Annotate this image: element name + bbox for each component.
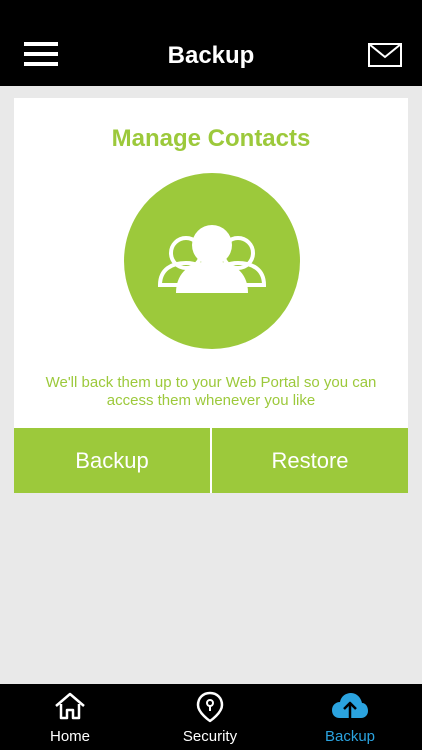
- contacts-group-icon: [157, 225, 267, 293]
- tab-backup-label: Backup: [324, 728, 376, 745]
- card-title: Manage Contacts: [111, 125, 311, 152]
- tab-home[interactable]: Home: [0, 684, 140, 750]
- mail-icon[interactable]: [368, 43, 402, 67]
- bottom-tab-bar: Home Security Backup: [0, 684, 422, 750]
- contacts-icon-circle: [124, 173, 300, 349]
- security-pin-icon: [196, 691, 224, 723]
- tab-security[interactable]: Security: [140, 684, 280, 750]
- home-icon: [55, 692, 85, 720]
- backup-button[interactable]: Backup: [14, 428, 210, 493]
- card-description: We'll back them up to your Web Portal so…: [45, 374, 377, 409]
- top-navigation-bar: Backup: [0, 0, 422, 86]
- restore-button[interactable]: Restore: [212, 428, 408, 493]
- cloud-upload-icon: [332, 693, 368, 720]
- tab-home-label: Home: [49, 728, 90, 745]
- action-button-row: Backup Restore: [14, 428, 408, 493]
- manage-contacts-card: Manage Contacts We'll back them up to yo…: [14, 98, 408, 493]
- tab-security-label: Security: [182, 728, 238, 745]
- tab-backup[interactable]: Backup: [280, 684, 420, 750]
- page-title: Backup: [167, 42, 255, 69]
